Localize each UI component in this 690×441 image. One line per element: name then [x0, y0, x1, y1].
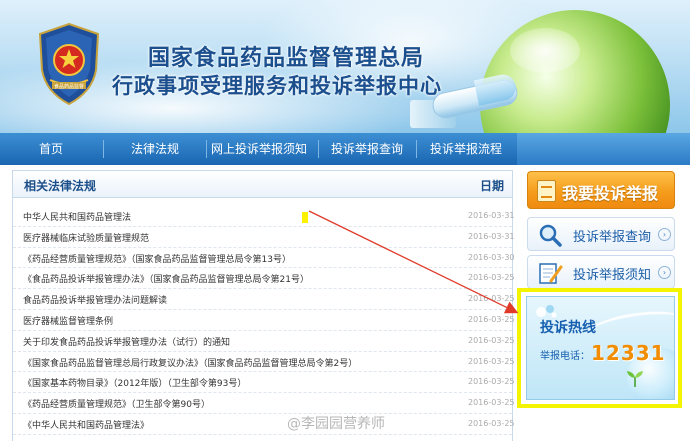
nav-item-online-notice[interactable]: 网上投诉举报须知 [208, 133, 310, 165]
emblem-icon: 食品药品监督 [38, 22, 100, 106]
law-title-link[interactable]: 《药品经营质量管理规范》（卫生部令第90号） [23, 397, 210, 410]
date-column-header: 日期 [480, 179, 505, 193]
law-row[interactable]: 《药品经营质量管理规范》（卫生部令第90号） 2016-03-25 [13, 393, 515, 414]
highlight-marker [302, 212, 308, 223]
law-date: 2016-03-31 [468, 231, 515, 241]
law-date: 2016-03-25 [468, 398, 515, 408]
law-title-link[interactable]: 医疗器械监督管理条例 [23, 314, 113, 327]
notepad-pencil-icon [539, 263, 563, 284]
sprout-icon [627, 371, 643, 387]
law-date: 2016-03-31 [468, 211, 515, 220]
main-nav: 首页 法律法规 网上投诉举报须知 投诉举报查询 投诉举报流程 [0, 133, 690, 165]
chevron-right-icon: › [658, 266, 671, 279]
header-banner: 食品药品监督 国家食品药品监督管理总局 行政事项受理服务和投诉举报中心 [0, 0, 690, 133]
hotline-phone-number: 12331 [591, 341, 666, 365]
hotline-phone-label: 举报电话： [540, 351, 590, 362]
law-row[interactable]: 食品药品投诉举报管理办法问题解读 2016-03-25 [13, 289, 515, 310]
laws-panel: 相关法律法规 日期 中华人民共和国药品管理法 2016-03-31 医疗器械临床试… [12, 170, 515, 441]
complaint-notice-link[interactable]: 投诉举报须知 › [527, 255, 675, 289]
laws-panel-header: 相关法律法规 日期 [13, 171, 512, 198]
emblem-text: 食品药品监督 [54, 83, 84, 90]
report-complaint-label: 我要投诉举报 [562, 184, 659, 203]
law-title-link[interactable]: 《中华人民共和国药品管理法》 [23, 418, 149, 431]
law-title-link[interactable]: 《药品经营质量管理规范》（国家食品药品监督管理总局令第13号） [23, 252, 291, 265]
law-title-link[interactable]: 《国家基本药物目录》（2012年版）（卫生部令第93号） [23, 376, 246, 389]
law-date: 2016-03-30 [468, 252, 515, 262]
site-title-line2: 行政事项受理服务和投诉举报中心 [112, 74, 442, 98]
law-row[interactable]: 《药品经营质量管理规范》（国家食品药品监督管理总局令第13号） 2016-03-3… [13, 248, 515, 269]
page: 食品药品监督 国家食品药品监督管理总局 行政事项受理服务和投诉举报中心 首页 法… [0, 0, 690, 441]
hotline-title: 投诉热线 [540, 320, 596, 336]
law-title-link[interactable]: 关于印发食品药品投诉举报管理办法（试行）的通知 [23, 335, 230, 348]
nav-item-home[interactable]: 首页 [10, 133, 92, 165]
law-row[interactable]: 《国家基本药物目录》（2012年版）（卫生部令第93号） 2016-03-25 [13, 372, 515, 394]
law-date: 2016-03-25 [468, 294, 515, 304]
nav-right-strip [517, 133, 690, 165]
law-title-link[interactable]: 食品药品投诉举报管理办法问题解读 [23, 293, 167, 306]
nav-item-query[interactable]: 投诉举报查询 [323, 133, 411, 165]
nav-item-process[interactable]: 投诉举报流程 [422, 133, 510, 165]
magnifier-icon [539, 224, 562, 247]
nav-separator [206, 140, 207, 158]
document-icon [537, 180, 556, 202]
law-date: 2016-03-25 [468, 418, 515, 428]
law-row[interactable]: 医疗器械监督管理条例 2016-03-25 [13, 310, 515, 331]
law-date: 2016-03-25 [468, 335, 515, 345]
nav-separator [318, 140, 319, 158]
law-row[interactable]: 中华人民共和国药品管理法 2016-03-31 [13, 206, 515, 227]
nav-item-laws[interactable]: 法律法规 [113, 133, 197, 165]
laws-panel-title: 相关法律法规 [24, 179, 97, 193]
law-title-link[interactable]: 医疗器械临床试验质量管理规范 [23, 231, 149, 244]
chevron-right-icon: › [658, 228, 671, 241]
hotline-card: 投诉热线 举报电话： 12331 [526, 296, 675, 400]
law-row[interactable]: 关于印发食品药品投诉举报管理办法（试行）的通知 2016-03-25 [13, 331, 515, 352]
law-date: 2016-03-25 [468, 273, 515, 283]
site-title-line1: 国家食品药品监督管理总局 [148, 46, 425, 71]
law-row[interactable]: 医疗器械临床试验质量管理规范 2016-03-31 [13, 227, 515, 248]
law-date: 2016-03-25 [468, 377, 515, 387]
law-title-link[interactable]: 中华人民共和国药品管理法 [23, 210, 131, 223]
report-complaint-button[interactable]: 我要投诉举报 [527, 171, 675, 209]
law-row[interactable]: 《国家食品药品监督管理总局行政复议办法》（国家食品药品监督管理总局令第2号） 20… [13, 352, 515, 373]
law-title-link[interactable]: 《食品药品投诉举报管理办法》（国家食品药品监督管理总局令第21号） [23, 272, 309, 285]
law-date: 2016-03-25 [468, 314, 515, 324]
complaint-notice-label: 投诉举报须知 [573, 268, 652, 283]
watermark-text: @李园园营养师 [287, 416, 385, 432]
nav-separator [416, 140, 417, 158]
nav-separator [103, 140, 104, 158]
laws-list: 中华人民共和国药品管理法 2016-03-31 医疗器械临床试验质量管理规范 201… [13, 206, 515, 435]
globe-shine [510, 28, 580, 73]
law-date: 2016-03-25 [468, 356, 515, 366]
complaint-query-label: 投诉举报查询 [573, 230, 652, 245]
law-row[interactable]: 《食品药品投诉举报管理办法》（国家食品药品监督管理总局令第21号） 2016-03… [13, 268, 515, 290]
law-row[interactable]: 《中华人民共和国药品管理法》 2016-03-25 [13, 414, 515, 435]
law-title-link[interactable]: 《国家食品药品监督管理总局行政复议办法》（国家食品药品监督管理总局令第2号） [23, 356, 357, 369]
complaint-query-link[interactable]: 投诉举报查询 › [527, 217, 675, 251]
